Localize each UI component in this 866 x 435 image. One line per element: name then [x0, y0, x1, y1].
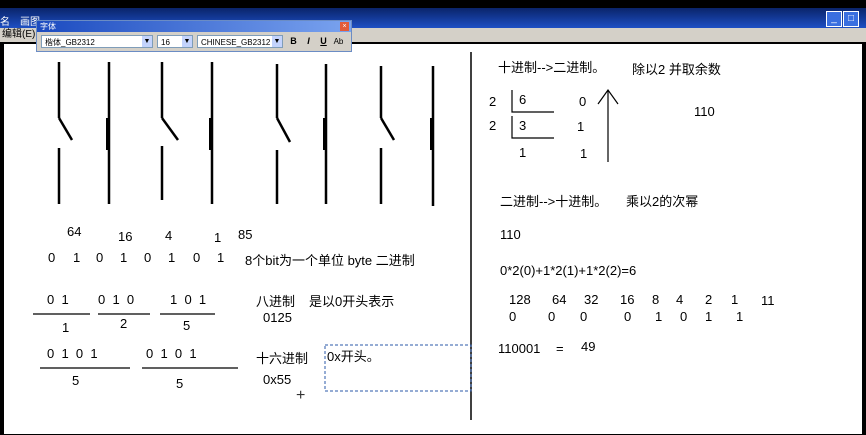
power: 4 [676, 292, 684, 307]
bit: 1 [217, 250, 225, 265]
octal-desc: 是以0开头表示 [309, 294, 395, 309]
chevron-down-icon[interactable]: ▼ [272, 36, 282, 47]
quotient: 3 [519, 118, 527, 133]
switch-label: 1 [214, 230, 222, 245]
weight-bit: 0 [624, 309, 632, 324]
switch-label: 64 [67, 224, 82, 239]
group-bits: 0 1 0 1 [146, 346, 197, 361]
convert-equals: = [556, 341, 564, 356]
underline-button[interactable]: U [317, 35, 330, 48]
weights-sum: 11 [761, 293, 775, 308]
bin2dec-formula: 0*2(0)+1*2(1)+1*2(2)=6 [500, 263, 637, 278]
group-bits: 1 0 1 [170, 292, 207, 307]
font-toolbar-title-text: 字体 [40, 22, 56, 31]
hex-label: 十六进制 [256, 351, 309, 366]
weight-bit: 1 [736, 309, 744, 324]
drawing-canvas[interactable] [4, 44, 862, 434]
dec2bin-result: 110 [694, 104, 715, 119]
group-value: 1 [62, 320, 70, 335]
weight-bit: 0 [580, 309, 588, 324]
font-name-select[interactable]: 楷体_GB2312 ▼ [41, 35, 153, 48]
octal-example: 0125 [263, 310, 292, 325]
power: 32 [584, 292, 599, 307]
bit: 1 [73, 250, 81, 265]
bit: 1 [168, 250, 176, 265]
font-size-select[interactable]: 16 ▼ [157, 35, 193, 48]
font-toolbar-title[interactable]: 字体 × [37, 21, 351, 32]
remainder: 1 [577, 119, 585, 134]
italic-button[interactable]: I [302, 35, 315, 48]
weight-bit: 0 [509, 309, 517, 324]
maximize-button[interactable]: □ [843, 11, 859, 27]
octal-label: 八进制 [256, 294, 296, 309]
convert-decimal: 49 [581, 339, 596, 354]
bit: 0 [96, 250, 104, 265]
divisor: 2 [489, 94, 497, 109]
power: 16 [620, 292, 635, 307]
font-size-value: 16 [161, 38, 170, 47]
hex-example: 0x55 [263, 372, 292, 387]
group-value: 5 [72, 373, 80, 388]
crosshair-cursor-icon: + [296, 387, 306, 404]
hex-textbox[interactable]: 0x开头。 [327, 346, 380, 365]
chevron-down-icon[interactable]: ▼ [142, 36, 152, 47]
group-value: 5 [183, 318, 191, 333]
charset-select[interactable]: CHINESE_GB2312 ▼ [197, 35, 283, 48]
switch-label: 85 [238, 227, 253, 242]
bit: 1 [120, 250, 128, 265]
switch-label: 4 [165, 228, 173, 243]
power: 8 [652, 292, 660, 307]
group-value: 5 [176, 376, 184, 391]
weight-bit: 0 [548, 309, 556, 324]
group-bits: 0 1 [47, 292, 69, 307]
power: 2 [705, 292, 713, 307]
dec2bin-title: 十进制-->二进制。 [498, 60, 606, 75]
chevron-down-icon[interactable]: ▼ [182, 36, 192, 47]
paint-window: _ □ 名 画图 编辑(E) [0, 8, 866, 435]
charset-value: CHINESE_GB2312 [201, 38, 271, 47]
close-icon[interactable]: × [340, 22, 349, 31]
power: 128 [509, 292, 531, 307]
group-bits: 0 1 0 [98, 292, 135, 307]
quotient: 1 [519, 145, 527, 160]
font-toolbar: 字体 × 楷体_GB2312 ▼ 16 ▼ CHINESE_GB2312 ▼ B… [36, 20, 352, 52]
bold-button[interactable]: B [287, 35, 300, 48]
font-name-value: 楷体_GB2312 [45, 38, 95, 47]
power: 64 [552, 292, 567, 307]
group-value: 2 [120, 316, 128, 331]
quotient: 6 [519, 92, 527, 107]
minimize-button[interactable]: _ [826, 11, 842, 27]
bin2dec-rule: 乘以2的次幂 [626, 194, 699, 209]
remainder: 0 [579, 94, 587, 109]
menu-item-edit[interactable]: 编辑(E) [2, 28, 35, 42]
group-bits: 0 1 0 1 [47, 346, 98, 361]
bits-note: 8个bit为一个单位 byte 二进制 [245, 253, 415, 268]
dec2bin-rule: 除以2 并取余数 [632, 62, 721, 77]
divisor: 2 [489, 118, 497, 133]
weight-bit: 0 [680, 309, 688, 324]
bin2dec-example: 110 [500, 227, 521, 242]
bit: 0 [48, 250, 56, 265]
weight-bit: 1 [705, 309, 713, 324]
bit: 0 [193, 250, 201, 265]
bit: 0 [144, 250, 152, 265]
remainder: 1 [580, 146, 588, 161]
bin2dec-title: 二进制-->十进制。 [500, 194, 608, 209]
convert-binary: 110001 [498, 341, 541, 356]
weight-bit: 1 [655, 309, 663, 324]
switch-label: 16 [118, 229, 133, 244]
power: 1 [731, 292, 739, 307]
vertical-text-button[interactable]: Ab [332, 35, 345, 48]
